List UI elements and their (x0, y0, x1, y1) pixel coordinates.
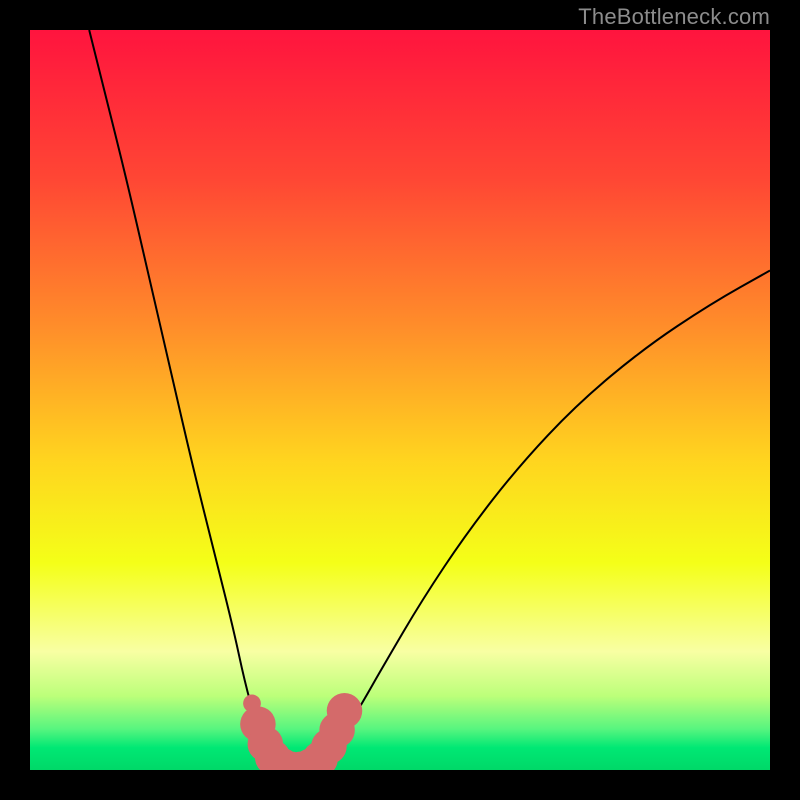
watermark-text: TheBottleneck.com (578, 4, 770, 30)
outer-frame: TheBottleneck.com (0, 0, 800, 800)
highlight-marker (327, 693, 363, 729)
chart-svg (30, 30, 770, 770)
chart-area (30, 30, 770, 770)
chart-background (30, 30, 770, 770)
